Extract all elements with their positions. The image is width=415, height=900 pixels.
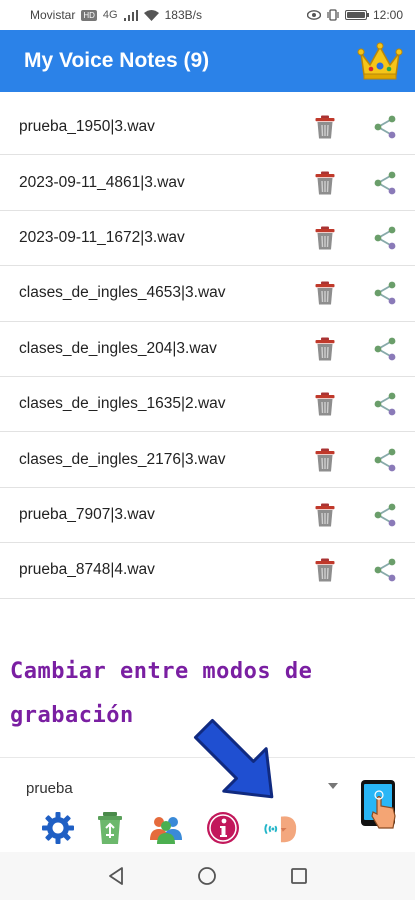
share-button[interactable] bbox=[372, 448, 398, 472]
note-filename: prueba_8748|4.wav bbox=[19, 561, 155, 579]
vibrate-icon bbox=[327, 9, 339, 21]
trash-icon bbox=[315, 171, 335, 195]
nav-home-button[interactable] bbox=[195, 864, 219, 888]
trash-icon bbox=[315, 392, 335, 416]
settings-button[interactable] bbox=[40, 810, 76, 846]
trash-icon bbox=[315, 281, 335, 305]
back-triangle-icon bbox=[108, 867, 123, 885]
delete-button[interactable] bbox=[314, 226, 336, 250]
network-speed: 183B/s bbox=[164, 8, 202, 22]
share-button[interactable] bbox=[372, 226, 398, 250]
note-filename: prueba_1950|3.wav bbox=[19, 118, 155, 136]
share-icon bbox=[374, 115, 396, 139]
note-filename: clases_de_ingles_204|3.wav bbox=[19, 339, 217, 357]
tutorial-arrow bbox=[193, 718, 274, 799]
share-button[interactable] bbox=[372, 281, 398, 305]
eye-icon bbox=[306, 10, 321, 20]
share-icon bbox=[374, 171, 396, 194]
share-icon bbox=[374, 503, 396, 527]
premium-button[interactable] bbox=[355, 38, 405, 84]
wifi-icon bbox=[143, 9, 159, 21]
battery-level bbox=[346, 12, 365, 18]
share-icon bbox=[374, 392, 396, 416]
trash-icon bbox=[315, 558, 335, 582]
clock: 12:00 bbox=[372, 8, 403, 22]
note-row[interactable]: 2023-09-11_1672|3.wav bbox=[0, 211, 415, 267]
share-button[interactable] bbox=[372, 503, 398, 527]
carrier-name: Movistar bbox=[30, 8, 76, 22]
trash-icon bbox=[315, 448, 335, 472]
nav-back-button[interactable] bbox=[104, 864, 128, 888]
delete-button[interactable] bbox=[314, 448, 336, 472]
recycle-bin-button[interactable] bbox=[92, 810, 128, 846]
network-type: 4G bbox=[102, 9, 118, 21]
trash-icon bbox=[315, 226, 335, 250]
recycle-bin-icon bbox=[98, 812, 122, 844]
dropdown-arrow-icon bbox=[328, 783, 338, 789]
signal-icon bbox=[123, 9, 138, 21]
recents-square-icon bbox=[291, 868, 308, 884]
trash-icon bbox=[315, 503, 335, 527]
note-row[interactable]: prueba_1950|3.wav bbox=[0, 100, 415, 156]
delete-button[interactable] bbox=[314, 281, 336, 305]
delete-button[interactable] bbox=[314, 115, 336, 139]
note-filename: prueba_7907|3.wav bbox=[19, 505, 155, 523]
note-filename: clases_de_ingles_1635|2.wav bbox=[19, 395, 226, 413]
note-row[interactable]: prueba_7907|3.wav bbox=[0, 488, 415, 544]
note-filename: 2023-09-11_1672|3.wav bbox=[19, 228, 185, 246]
mode-dropdown[interactable]: prueba bbox=[14, 770, 342, 806]
note-filename: clases_de_ingles_2176|3.wav bbox=[19, 450, 226, 468]
page-title: My Voice Notes (9) bbox=[24, 49, 210, 72]
trash-icon bbox=[315, 337, 335, 361]
share-button[interactable] bbox=[372, 392, 398, 416]
delete-button[interactable] bbox=[314, 171, 336, 195]
note-row[interactable]: prueba_8748|4.wav bbox=[0, 543, 415, 599]
status-bar: Movistar HD 4G 183B/s 12:00 bbox=[0, 0, 415, 30]
delete-button[interactable] bbox=[314, 392, 336, 416]
hd-badge: HD bbox=[81, 9, 97, 21]
note-row[interactable]: clases_de_ingles_1635|2.wav bbox=[0, 377, 415, 433]
note-row[interactable]: clases_de_ingles_204|3.wav bbox=[0, 322, 415, 377]
note-filename: clases_de_ingles_4653|3.wav bbox=[19, 284, 226, 302]
crown-icon bbox=[357, 42, 403, 80]
share-icon bbox=[374, 226, 396, 250]
trash-icon bbox=[315, 115, 335, 139]
note-row[interactable]: clases_de_ingles_4653|3.wav bbox=[0, 266, 415, 322]
delete-button[interactable] bbox=[314, 337, 336, 361]
share-button[interactable] bbox=[372, 115, 398, 139]
share-icon bbox=[374, 337, 396, 361]
home-circle-icon bbox=[198, 867, 217, 885]
note-row[interactable]: 2023-09-11_4861|3.wav bbox=[0, 155, 415, 211]
contacts-button[interactable] bbox=[148, 810, 184, 846]
share-button[interactable] bbox=[372, 337, 398, 361]
note-row[interactable]: clases_de_ingles_2176|3.wav bbox=[0, 432, 415, 488]
contacts-icon bbox=[150, 817, 182, 844]
notes-list: prueba_1950|3.wav 2023-09-11_4861|3.wav 20… bbox=[0, 100, 415, 599]
share-icon bbox=[374, 448, 396, 471]
tutorial-caption-line-1: Cambiar entre modos de bbox=[10, 659, 313, 684]
share-icon bbox=[374, 281, 396, 305]
settings-gear-icon bbox=[42, 812, 74, 844]
share-button[interactable] bbox=[372, 171, 398, 195]
battery-icon bbox=[344, 10, 369, 20]
note-filename: 2023-09-11_4861|3.wav bbox=[19, 173, 185, 191]
mode-dropdown-value: prueba bbox=[26, 779, 73, 797]
share-button[interactable] bbox=[372, 558, 398, 582]
tutorial-touch-icon[interactable] bbox=[357, 778, 403, 832]
status-left: Movistar HD 4G 183B/s bbox=[30, 8, 202, 22]
delete-button[interactable] bbox=[314, 558, 336, 582]
share-icon bbox=[374, 558, 396, 582]
delete-button[interactable] bbox=[314, 503, 336, 527]
status-right: 12:00 bbox=[306, 8, 403, 22]
nav-recents-button[interactable] bbox=[287, 864, 311, 888]
app-bar: My Voice Notes (9) bbox=[0, 30, 415, 92]
system-nav-bar bbox=[0, 852, 415, 900]
